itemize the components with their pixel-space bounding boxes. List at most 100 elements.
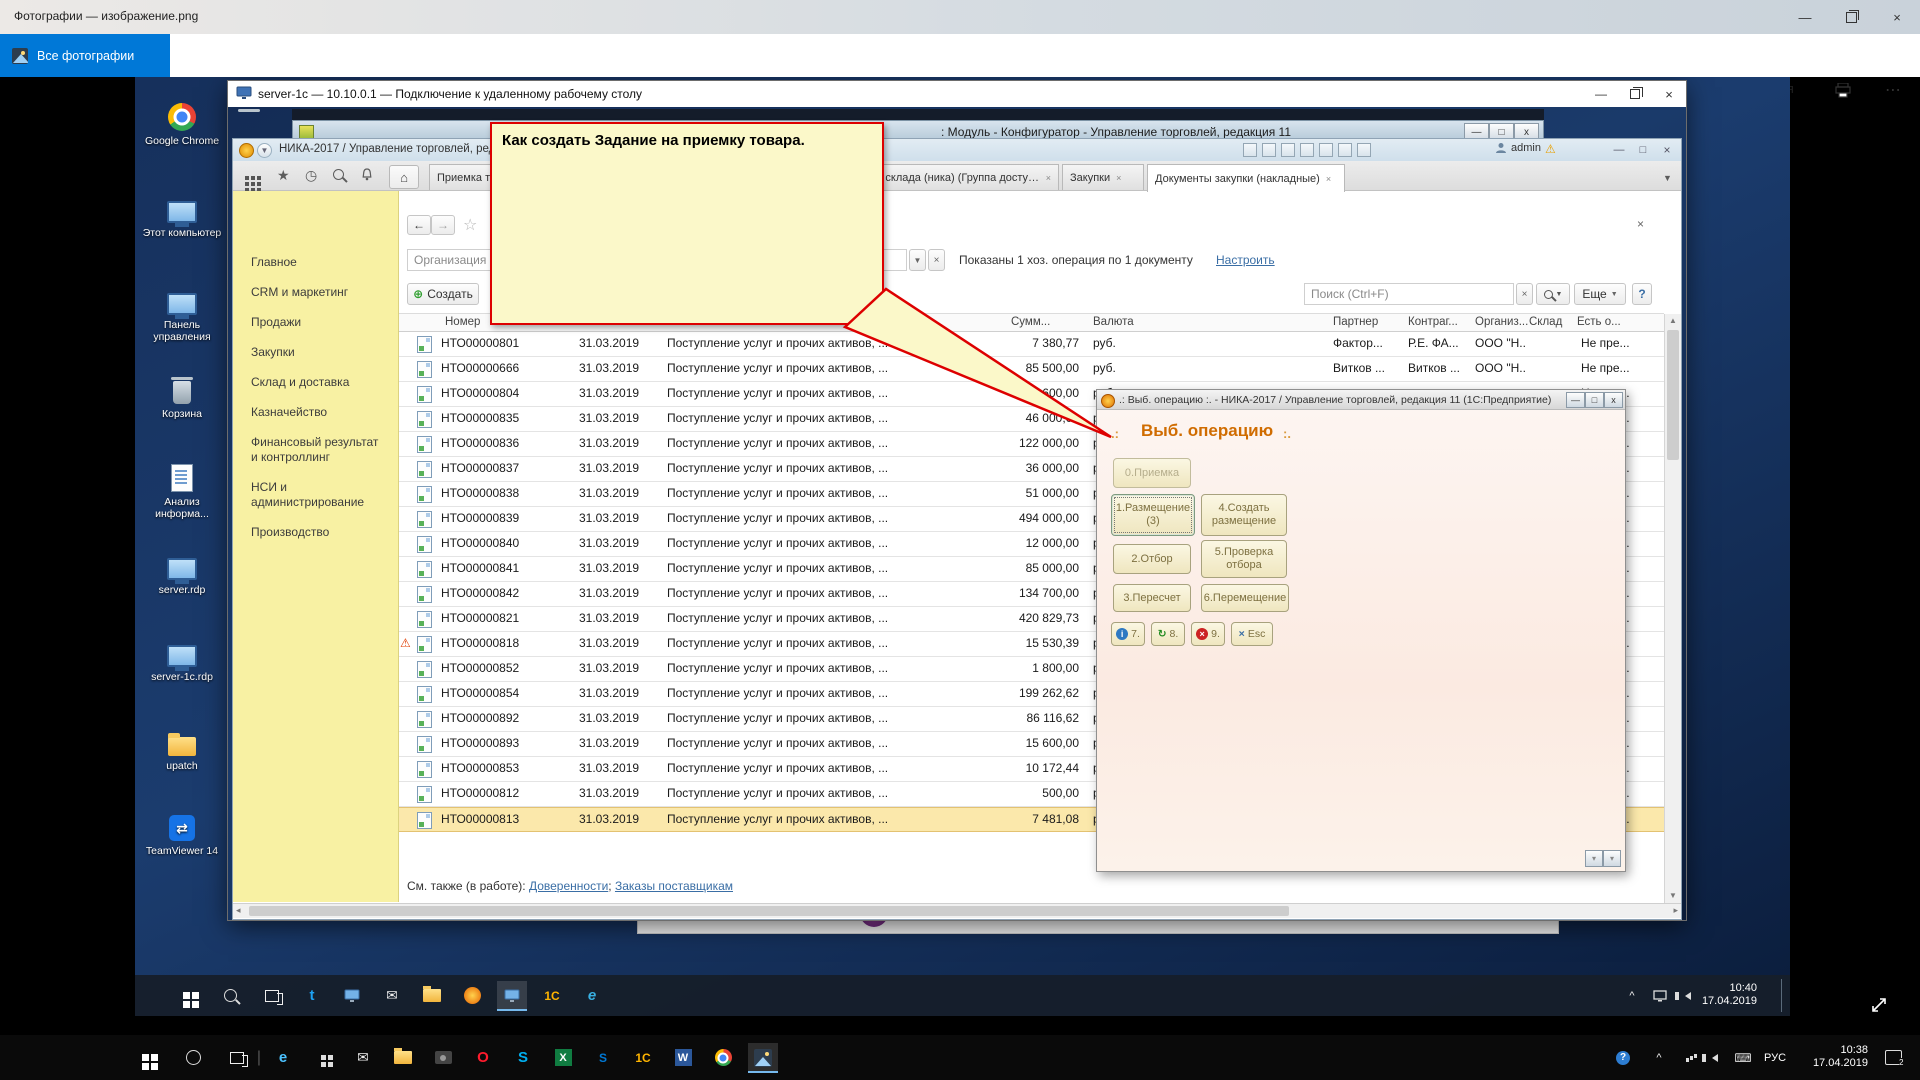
task-view-icon[interactable] [222, 1043, 252, 1073]
camera-icon[interactable] [428, 1043, 458, 1073]
desktop-icon-bin[interactable]: Корзина [141, 370, 223, 420]
start-icon[interactable] [171, 981, 201, 1011]
more-icon[interactable]: ⋯ [1880, 81, 1906, 99]
back-button[interactable]: ← [407, 215, 431, 235]
vertical-scrollbar[interactable]: ▲ ▼ [1664, 314, 1681, 903]
sidebar-item[interactable]: Склад и доставка [233, 375, 398, 390]
user-indicator[interactable]: admin [1495, 142, 1541, 154]
tray-chevron-icon[interactable]: ^ [1644, 1043, 1674, 1073]
operation-button-2[interactable]: 4.Создать размещение [1201, 494, 1287, 536]
desktop-icon-doc[interactable]: Анализ информа... [141, 458, 223, 520]
onec-titlebar[interactable]: ▼ НИКА-2017 / Управление торговлей, реда… [233, 139, 1681, 161]
tab-5[interactable]: Закупки× [1062, 164, 1144, 190]
desktop-icon-tv[interactable]: ⇄TeamViewer 14 [141, 807, 223, 857]
create-button[interactable]: ⊕ Создать [407, 283, 479, 305]
tray-network-icon[interactable] [1672, 1043, 1702, 1073]
close-icon[interactable]: × [1652, 81, 1686, 107]
operation-button-6[interactable]: 6.Перемещение [1201, 584, 1289, 612]
minimize-icon[interactable]: — [1607, 139, 1631, 161]
desktop-icon-pc[interactable]: Панель управления [141, 281, 223, 343]
filter-button[interactable]: ▾ [1603, 850, 1621, 867]
chrome-icon[interactable] [708, 1043, 738, 1073]
desktop-icon-pc[interactable]: Этот компьютер [141, 189, 223, 239]
hotkey-button-9[interactable]: ×9. [1191, 622, 1225, 646]
menu-chevron-icon[interactable]: ▼ [257, 143, 272, 158]
notifications-icon[interactable]: 2 [1878, 1043, 1908, 1073]
sidebar-item[interactable]: CRM и маркетинг [233, 285, 398, 300]
grip-button[interactable]: ▾ [1585, 850, 1603, 867]
sidebar-item[interactable]: Казначейство [233, 405, 398, 420]
skype-icon[interactable]: S [508, 1043, 538, 1073]
word-icon[interactable]: W [668, 1043, 698, 1073]
sidebar-item[interactable]: Продажи [233, 315, 398, 330]
hotkey-button-Esc[interactable]: ×Esc [1231, 622, 1273, 646]
home-button[interactable]: ⌂ [389, 165, 419, 189]
maximize-icon[interactable]: □ [1585, 392, 1604, 408]
store-icon[interactable] [308, 1043, 338, 1073]
tray-help-icon[interactable]: ? [1608, 1043, 1638, 1073]
file-explorer-icon[interactable] [417, 981, 447, 1011]
horizontal-scrollbar[interactable]: ◂ ▸ [233, 903, 1681, 918]
scroll-thumb[interactable] [1667, 330, 1679, 460]
print-icon[interactable] [1830, 81, 1856, 99]
notifications-icon[interactable] [361, 168, 373, 183]
org-dropdown-icon[interactable]: ▼ [909, 249, 926, 271]
close-icon[interactable]: × [1874, 0, 1920, 34]
scroll-right-icon[interactable]: ▸ [1673, 905, 1678, 916]
fullscreen-icon[interactable] [1862, 988, 1896, 1022]
scroll-down-icon[interactable]: ▼ [1665, 889, 1681, 903]
desktop-icon-pc[interactable]: server-1c.rdp [141, 633, 223, 683]
excel-icon[interactable]: X [548, 1043, 578, 1073]
rdp-titlebar[interactable]: server-1c — 10.10.0.1 — Подключение к уд… [228, 81, 1686, 107]
show-desktop-button[interactable] [1781, 979, 1782, 1012]
opera-icon[interactable]: O [468, 1043, 498, 1073]
favorites-icon[interactable]: ★ [277, 168, 290, 182]
rdp-icon[interactable] [497, 981, 527, 1011]
twitter-icon[interactable]: t [297, 981, 327, 1011]
scroll-thumb[interactable] [249, 906, 1289, 916]
mail-icon[interactable]: ✉ [377, 981, 407, 1011]
onec-toolbar-icons[interactable] [1238, 143, 1371, 162]
minimize-icon[interactable]: — [1782, 0, 1828, 34]
main-menu-icon[interactable] [245, 168, 249, 182]
tray-clock[interactable]: 10:3817.04.2019 [1798, 1044, 1868, 1070]
ie-icon[interactable]: e [577, 981, 607, 1011]
sidebar-item[interactable]: Главное [233, 255, 398, 270]
firefox-icon[interactable] [457, 981, 487, 1011]
desktop-icon-folder[interactable]: upatch [141, 722, 223, 772]
tray-display-icon[interactable] [1645, 981, 1675, 1011]
forward-button[interactable]: → [431, 215, 455, 235]
tab-close-icon[interactable]: × [1116, 173, 1121, 183]
onec-icon[interactable]: 1С [537, 981, 567, 1011]
search-icon[interactable] [178, 1043, 208, 1073]
search-icon[interactable] [215, 981, 245, 1011]
configure-link[interactable]: Настроить [1216, 253, 1275, 267]
minimize-icon[interactable]: — [1566, 392, 1585, 408]
link-zakazy[interactable]: Заказы поставщикам [615, 879, 733, 893]
start-icon[interactable] [130, 1043, 160, 1073]
dialog-titlebar[interactable]: .: Выб. операцию :. - НИКА-2017 / Управл… [1097, 390, 1625, 410]
tray-keyboard-icon[interactable]: ⌨ [1728, 1043, 1758, 1073]
link-doverennosti[interactable]: Доверенности [529, 879, 608, 893]
language-indicator[interactable]: РУС [1758, 1043, 1792, 1073]
mail-icon[interactable]: ✉ [348, 1043, 378, 1073]
desktop-icon-pc[interactable]: server.rdp [141, 546, 223, 596]
photos-icon[interactable] [748, 1043, 778, 1073]
tray-chevron-icon[interactable]: ^ [1617, 981, 1647, 1011]
skype-business-icon[interactable]: S [588, 1043, 618, 1073]
warning-icon[interactable]: ⚠ [1545, 142, 1556, 156]
hotkey-button-8[interactable]: ↻8. [1151, 622, 1185, 646]
operation-button-3[interactable]: 2.Отбор [1113, 544, 1191, 574]
close-icon[interactable]: x [1604, 392, 1623, 408]
tray-volume-icon[interactable] [1700, 1043, 1730, 1073]
sidebar-item[interactable]: НСИ и администрирование [233, 480, 398, 510]
scroll-up-icon[interactable]: ▲ [1665, 314, 1681, 328]
close-icon[interactable]: × [1655, 139, 1679, 161]
operation-button-1[interactable]: 1.Размещение (3) [1111, 494, 1195, 536]
tray-clock[interactable]: 10:4017.04.2019 [1695, 982, 1757, 1008]
more-button[interactable]: Еще▼ [1574, 283, 1626, 305]
minimize-icon[interactable]: — [1584, 81, 1618, 107]
history-icon[interactable]: ◷ [305, 168, 317, 182]
operation-button-0[interactable]: 0.Приемка [1113, 458, 1191, 488]
org-clear-icon[interactable]: × [928, 249, 945, 271]
